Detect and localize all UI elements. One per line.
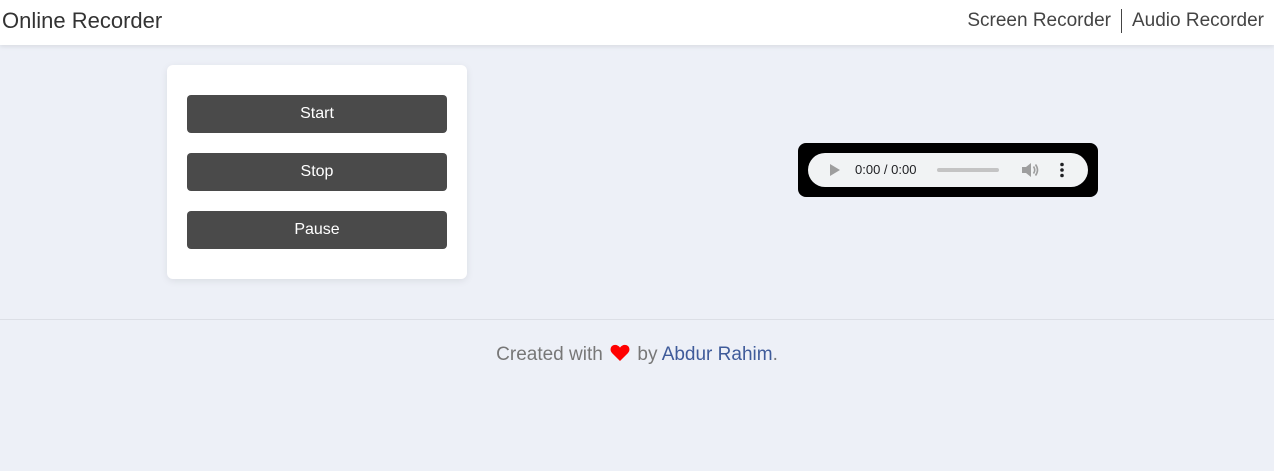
audio-player-frame: 0:00 / 0:00 xyxy=(798,143,1098,197)
footer: Created with by Abdur Rahim. xyxy=(0,343,1274,367)
time-display: 0:00 / 0:00 xyxy=(855,162,917,177)
footer-by-text: by xyxy=(637,344,658,365)
play-icon[interactable] xyxy=(830,164,840,176)
nav-audio-recorder-link[interactable]: Audio Recorder xyxy=(1132,9,1264,33)
nav-separator xyxy=(1120,9,1122,33)
pause-button[interactable]: Pause xyxy=(187,211,447,249)
author-link[interactable]: Abdur Rahim xyxy=(662,344,773,365)
recorder-controls-card: Start Stop Pause xyxy=(167,65,467,279)
footer-divider xyxy=(0,319,1274,320)
audio-player: 0:00 / 0:00 xyxy=(808,153,1088,187)
progress-bar[interactable] xyxy=(937,168,999,172)
stop-button[interactable]: Stop xyxy=(187,153,447,191)
brand-logo-link[interactable]: Online Recorder xyxy=(2,8,162,34)
heart-icon xyxy=(610,344,630,361)
footer-prefix-text: Created with xyxy=(496,344,603,365)
more-options-icon[interactable] xyxy=(1059,162,1065,178)
footer-suffix-text: . xyxy=(772,344,778,365)
volume-icon[interactable] xyxy=(1020,162,1040,178)
nav-screen-recorder-link[interactable]: Screen Recorder xyxy=(967,9,1111,33)
nav-links: Screen Recorder Audio Recorder xyxy=(967,9,1264,33)
start-button[interactable]: Start xyxy=(187,95,447,133)
top-navbar: Online Recorder Screen Recorder Audio Re… xyxy=(0,0,1274,45)
